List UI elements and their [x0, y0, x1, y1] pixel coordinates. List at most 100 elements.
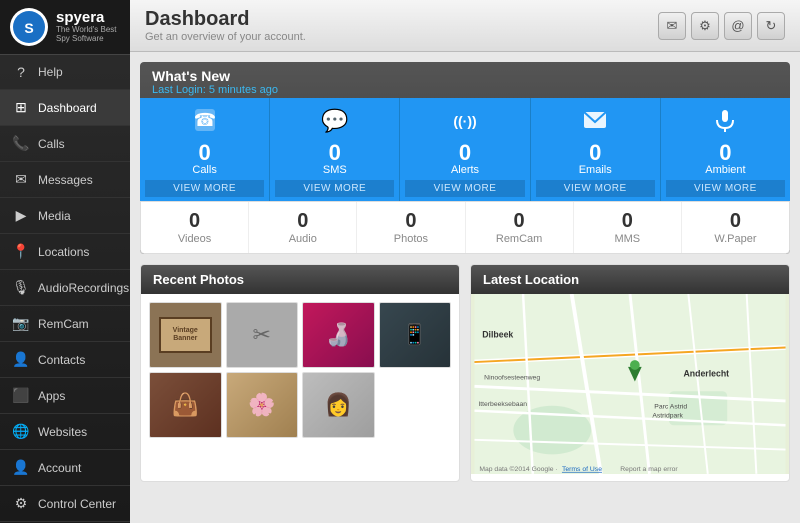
- svg-text:Astridpark: Astridpark: [652, 412, 683, 419]
- media-icon: ▶: [12, 207, 30, 224]
- primary-stats-row: ☎ 0 Calls VIEW MORE 💬 0 SMS VIEW MORE ((…: [140, 98, 790, 201]
- ambient-label: Ambient: [705, 164, 745, 176]
- videos-sec-label: Videos: [146, 233, 243, 245]
- sidebar-item-locations[interactable]: 📍 Locations: [0, 234, 130, 270]
- control-center-icon: ⚙: [12, 495, 30, 512]
- sec-stat-mms: 0 MMS: [574, 202, 682, 253]
- sidebar-item-messages[interactable]: ✉ Messages: [0, 162, 130, 198]
- audio-sec-label: Audio: [254, 233, 351, 245]
- photo-6[interactable]: 🌸: [226, 372, 299, 438]
- calls-count: 0: [198, 142, 210, 164]
- svg-text:Report a map error: Report a map error: [620, 466, 678, 473]
- photo-5[interactable]: 👜: [149, 372, 222, 438]
- svg-text:Parc Astrid: Parc Astrid: [654, 404, 687, 411]
- sms-stat-icon: 💬: [320, 106, 350, 140]
- email-icon-button[interactable]: ✉: [658, 12, 686, 40]
- websites-icon: 🌐: [12, 423, 30, 440]
- sec-stat-photos: 0 Photos: [357, 202, 465, 253]
- main-content: Dashboard Get an overview of your accoun…: [130, 0, 800, 523]
- sidebar-item-remcam[interactable]: 📷 RemCam: [0, 306, 130, 342]
- sidebar-label-websites: Websites: [38, 425, 87, 439]
- sidebar-item-account[interactable]: 👤 Account: [0, 450, 130, 486]
- secondary-stats-row: 0 Videos 0 Audio 0 Photos 0 RemCam 0 MMS…: [140, 201, 790, 254]
- stat-sms: 💬 0 SMS VIEW MORE: [270, 98, 400, 201]
- calls-icon: 📞: [12, 135, 30, 152]
- sidebar-item-contacts[interactable]: 👤 Contacts: [0, 342, 130, 378]
- apps-icon: ⬛: [12, 387, 30, 404]
- sec-stat-audio: 0 Audio: [249, 202, 357, 253]
- sms-view-more[interactable]: VIEW MORE: [275, 180, 394, 197]
- sec-stat-videos: 0 Videos: [141, 202, 249, 253]
- ambient-count: 0: [719, 142, 731, 164]
- remcam-sec-label: RemCam: [471, 233, 568, 245]
- sec-stat-wpaper: 0 W.Paper: [682, 202, 789, 253]
- svg-text:Map data ©2014 Google ·: Map data ©2014 Google ·: [479, 465, 557, 473]
- photo-4[interactable]: 📱: [379, 302, 452, 368]
- svg-text:☎: ☎: [193, 110, 215, 130]
- recent-photos-header: Recent Photos: [141, 265, 459, 294]
- photo-2[interactable]: ✂: [226, 302, 299, 368]
- sidebar-label-help: Help: [38, 65, 63, 79]
- page-title: Dashboard: [145, 8, 306, 31]
- gear-icon-button[interactable]: ⚙: [691, 12, 719, 40]
- sidebar-label-apps: Apps: [38, 389, 65, 403]
- sidebar-label-calls: Calls: [38, 137, 65, 151]
- header-actions: ✉ ⚙ @ ↻: [658, 12, 785, 40]
- at-icon-button[interactable]: @: [724, 12, 752, 40]
- sidebar-label-account: Account: [38, 461, 81, 475]
- svg-text:Dilbeek: Dilbeek: [482, 330, 513, 340]
- photos-sec-count: 0: [362, 210, 459, 233]
- photo-7[interactable]: 👩: [302, 372, 375, 438]
- svg-text:Ninoofsesteenweg: Ninoofsesteenweg: [484, 375, 540, 382]
- sidebar: S spyera The World's Best Spy Software ?…: [0, 0, 130, 523]
- map-svg: Dilbeek Anderlecht Parc Astrid Astridpar…: [471, 294, 789, 474]
- whats-new-section: What's New Last Login: 5 minutes ago ☎ 0…: [140, 62, 790, 254]
- latest-location-header: Latest Location: [471, 265, 789, 294]
- logo-name: spyera: [56, 10, 120, 27]
- sec-stat-remcam: 0 RemCam: [466, 202, 574, 253]
- logo-tagline: The World's Best Spy Software: [56, 26, 120, 44]
- calls-stat-icon: ☎: [190, 106, 220, 140]
- sidebar-label-remcam: RemCam: [38, 317, 89, 331]
- account-icon: 👤: [12, 459, 30, 476]
- sidebar-item-audio-recordings[interactable]: 🎙 AudioRecordings: [0, 270, 130, 306]
- svg-text:((·)): ((·)): [453, 113, 476, 129]
- photo-3[interactable]: 🍶: [302, 302, 375, 368]
- sidebar-item-help[interactable]: ? Help: [0, 55, 130, 90]
- logo-icon: S: [10, 8, 48, 46]
- sidebar-item-websites[interactable]: 🌐 Websites: [0, 414, 130, 450]
- sidebar-item-media[interactable]: ▶ Media: [0, 198, 130, 234]
- sidebar-label-messages: Messages: [38, 173, 93, 187]
- sidebar-item-dashboard[interactable]: ⊞ Dashboard: [0, 90, 130, 126]
- sidebar-label-audio-recordings: AudioRecordings: [38, 281, 129, 295]
- wpaper-sec-count: 0: [687, 210, 784, 233]
- content-area: What's New Last Login: 5 minutes ago ☎ 0…: [130, 52, 800, 492]
- recent-photos-panel: Recent Photos VintageBanner ✂ 🍶: [140, 264, 460, 482]
- svg-text:Itterbeeksebaan: Itterbeeksebaan: [478, 401, 527, 408]
- photos-grid: VintageBanner ✂ 🍶 📱: [141, 294, 459, 446]
- alerts-view-more[interactable]: VIEW MORE: [405, 180, 524, 197]
- map-container: Dilbeek Anderlecht Parc Astrid Astridpar…: [471, 294, 789, 474]
- contacts-icon: 👤: [12, 351, 30, 368]
- help-icon: ?: [12, 64, 30, 80]
- audio-recordings-icon: 🎙: [12, 279, 30, 296]
- alerts-label: Alerts: [451, 164, 479, 176]
- stat-ambient: 0 Ambient VIEW MORE: [661, 98, 790, 201]
- calls-view-more[interactable]: VIEW MORE: [145, 180, 264, 197]
- emails-label: Emails: [579, 164, 612, 176]
- photo-1[interactable]: VintageBanner: [149, 302, 222, 368]
- stat-emails: 0 Emails VIEW MORE: [531, 98, 661, 201]
- sidebar-label-media: Media: [38, 209, 71, 223]
- sidebar-item-apps[interactable]: ⬛ Apps: [0, 378, 130, 414]
- alerts-stat-icon: ((·)): [450, 106, 480, 140]
- calls-label: Calls: [192, 164, 216, 176]
- sidebar-item-control-center[interactable]: ⚙ Control Center: [0, 486, 130, 522]
- emails-view-more[interactable]: VIEW MORE: [536, 180, 655, 197]
- stat-alerts: ((·)) 0 Alerts VIEW MORE: [400, 98, 530, 201]
- sidebar-item-calls[interactable]: 📞 Calls: [0, 126, 130, 162]
- alerts-count: 0: [459, 142, 471, 164]
- messages-icon: ✉: [12, 171, 30, 188]
- sms-count: 0: [329, 142, 341, 164]
- ambient-view-more[interactable]: VIEW MORE: [666, 180, 785, 197]
- refresh-icon-button[interactable]: ↻: [757, 12, 785, 40]
